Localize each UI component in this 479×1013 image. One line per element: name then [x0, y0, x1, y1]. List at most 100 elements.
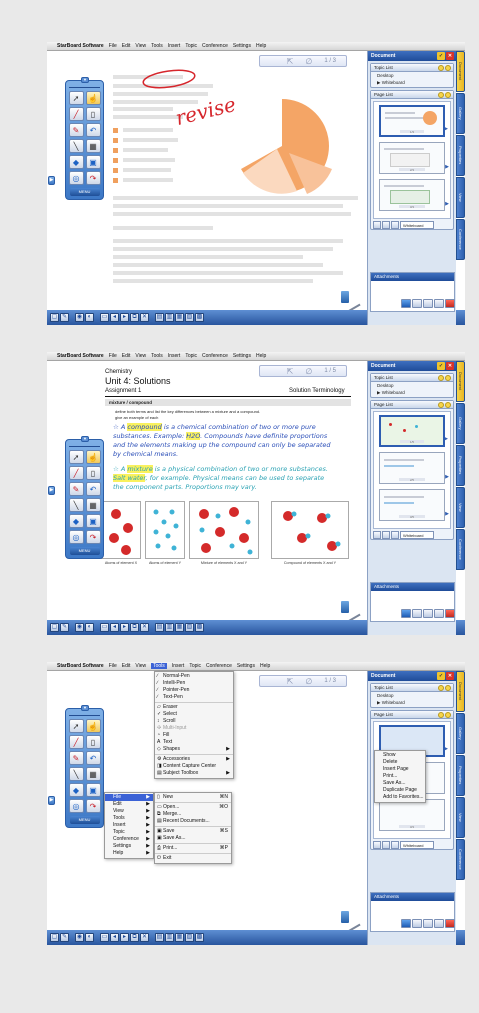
- close-icon[interactable]: ✕: [446, 362, 454, 370]
- menu-insert[interactable]: Insert: [168, 43, 181, 49]
- menu-help[interactable]: Help: [260, 663, 270, 669]
- pointer-tool-icon[interactable]: ☝: [85, 719, 101, 733]
- context-show[interactable]: Show: [375, 752, 425, 759]
- menu-view[interactable]: View: [135, 43, 146, 49]
- table-icon[interactable]: ▩: [195, 313, 204, 322]
- pen-mode-icon[interactable]: ∅: [305, 367, 312, 376]
- capture-icon[interactable]: ◐: [85, 933, 94, 942]
- file-open[interactable]: ▭ Open... ⌘O: [155, 804, 231, 811]
- file-recent[interactable]: ▤ Recent Documents...: [155, 818, 231, 825]
- tab-properties[interactable]: Properties: [456, 755, 465, 796]
- copy-page-icon[interactable]: ⧉: [130, 933, 139, 942]
- palette-menu-button[interactable]: MENU: [69, 188, 100, 196]
- add-icon[interactable]: [438, 712, 444, 718]
- undo-icon[interactable]: ↶: [85, 482, 101, 496]
- attach-icon[interactable]: [412, 919, 422, 928]
- add-attachment-icon[interactable]: [401, 609, 411, 618]
- page-tool-icon[interactable]: ▯: [85, 466, 101, 480]
- save-icon[interactable]: ▣: [85, 514, 101, 528]
- palette-menu-topic[interactable]: Topic ▶: [105, 829, 153, 836]
- menu-topic[interactable]: Topic: [189, 663, 201, 669]
- page-tool-icon[interactable]: ▯: [85, 735, 101, 749]
- globe-icon[interactable]: ◎: [68, 799, 84, 813]
- camera-icon[interactable]: ◉: [75, 623, 84, 632]
- file-save[interactable]: ▣ Save ⌘S: [155, 828, 231, 835]
- menu-conference[interactable]: Conference: [202, 43, 228, 49]
- palette-menu-conference[interactable]: Conference ▶: [105, 836, 153, 843]
- capture-icon[interactable]: ◐: [85, 623, 94, 632]
- menu-topic[interactable]: Topic: [185, 43, 197, 49]
- file-merge[interactable]: ⧉ Merge...: [155, 811, 231, 818]
- tab-gallery[interactable]: Gallery: [456, 713, 465, 754]
- prev-icon[interactable]: [382, 531, 390, 539]
- image-icon[interactable]: ▦: [175, 623, 184, 632]
- image-icon[interactable]: ▦: [175, 313, 184, 322]
- palette-menu-file[interactable]: File ▶: [105, 794, 153, 801]
- notes-icon[interactable]: ✎: [60, 933, 69, 942]
- context-insert-page[interactable]: Insert Page: [375, 766, 425, 773]
- next-page-icon[interactable]: ▸: [120, 623, 129, 632]
- topic-item[interactable]: ▶ Whiteboard: [371, 79, 453, 87]
- menu-settings[interactable]: Settings: [237, 663, 255, 669]
- shape-tool-icon[interactable]: ◆: [68, 783, 84, 797]
- close-icon[interactable]: ✕: [446, 52, 454, 60]
- prev-page-icon[interactable]: ◂: [110, 933, 119, 942]
- menu-edit[interactable]: Edit: [122, 663, 131, 669]
- file-print[interactable]: ⎙ Print... ⌘P: [155, 845, 231, 852]
- tab-view[interactable]: View: [456, 487, 465, 528]
- image-icon[interactable]: ▧: [185, 933, 194, 942]
- menu-view[interactable]: View: [135, 353, 146, 359]
- page-thumbnails[interactable]: 1/5 ▶ 2/5 ▶ 3/5 ▶: [373, 411, 451, 529]
- menu-item-scroll[interactable]: ↕ Scroll: [155, 718, 233, 725]
- add-icon[interactable]: [438, 685, 444, 691]
- palette-collapse-icon[interactable]: ▼: [81, 436, 89, 442]
- tab-document[interactable]: Document: [456, 671, 465, 712]
- save-icon[interactable]: ▣: [85, 783, 101, 797]
- shape-tool-icon[interactable]: ◆: [68, 155, 84, 169]
- expand-arrow-icon[interactable]: ▶: [48, 176, 55, 185]
- menu-file[interactable]: File: [109, 43, 117, 49]
- menu-insert[interactable]: Insert: [172, 663, 185, 669]
- menu-item-content-capture[interactable]: ◨ Content Capture Center: [155, 763, 233, 770]
- globe-icon[interactable]: ◎: [68, 530, 84, 544]
- redo-icon[interactable]: ↷: [85, 799, 101, 813]
- menu-item-text[interactable]: A Text: [155, 739, 233, 746]
- menu-help[interactable]: Help: [256, 353, 266, 359]
- first-page-icon[interactable]: [373, 531, 381, 539]
- palette-menu-button[interactable]: MENU: [69, 816, 100, 824]
- capture-icon[interactable]: ◐: [85, 313, 94, 322]
- attach-icon[interactable]: [423, 299, 433, 308]
- view-select[interactable]: Whiteboard: [400, 841, 434, 849]
- image-icon[interactable]: ▥: [165, 313, 174, 322]
- attach-icon[interactable]: [434, 919, 444, 928]
- add-icon[interactable]: [438, 92, 444, 98]
- file-exit[interactable]: ⏻ Exit: [155, 855, 231, 862]
- table-icon[interactable]: ▩: [195, 933, 204, 942]
- remove-attachment-icon[interactable]: [445, 299, 455, 308]
- tab-gallery[interactable]: Gallery: [456, 403, 465, 444]
- menu-item-subject-toolbox[interactable]: ▤ Subject Toolbox ▶: [155, 770, 233, 777]
- menu-item-intelli-pen[interactable]: ∕ Intelli-Pen: [155, 680, 233, 687]
- add-icon[interactable]: [438, 402, 444, 408]
- topic-item[interactable]: ▶ Whiteboard: [371, 389, 453, 397]
- prev-page-icon[interactable]: ◂: [110, 313, 119, 322]
- delete-page-icon[interactable]: ✕: [140, 623, 149, 632]
- view-select[interactable]: Whiteboard: [400, 221, 434, 229]
- camera-icon[interactable]: ◉: [75, 313, 84, 322]
- copy-page-icon[interactable]: ⧉: [130, 623, 139, 632]
- trash-icon[interactable]: [341, 911, 349, 923]
- menu-item-fill[interactable]: ◔ Fill: [155, 732, 233, 739]
- pen-tool-icon[interactable]: ╱: [68, 466, 84, 480]
- view-select[interactable]: Whiteboard: [400, 531, 434, 539]
- topic-item[interactable]: ▶ Whiteboard: [371, 699, 453, 707]
- menu-tools[interactable]: Tools: [151, 663, 167, 669]
- select-tool-icon[interactable]: ➚: [68, 91, 84, 105]
- page-thumbnail[interactable]: 3/5 ▶: [379, 489, 449, 521]
- add-attachment-icon[interactable]: [401, 919, 411, 928]
- menu-topic[interactable]: Topic: [185, 353, 197, 359]
- attach-icon[interactable]: [423, 609, 433, 618]
- marker-tool-icon[interactable]: ✎: [68, 482, 84, 496]
- blank-page-icon[interactable]: ▭: [100, 313, 109, 322]
- pin-icon[interactable]: ✓: [437, 672, 445, 680]
- first-page-icon[interactable]: [373, 841, 381, 849]
